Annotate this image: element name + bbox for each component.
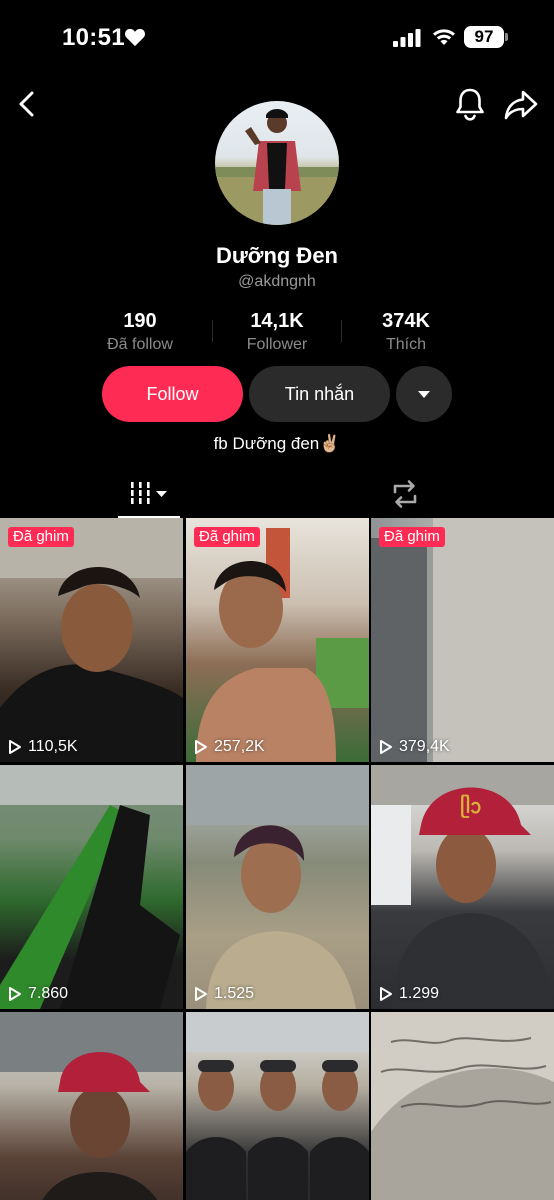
stat-followers-count: 14,1K [250,310,304,332]
play-outline-icon [195,740,207,754]
play-outline-icon [9,987,21,1001]
view-count: 1.525 [194,985,254,1003]
caret-down-icon [418,391,430,398]
play-outline-icon [380,740,392,754]
view-count-text: 379,4K [399,738,450,755]
play-outline-icon [195,987,207,1001]
video-thumbnail [196,528,369,762]
view-count-text: 1.525 [214,985,255,1002]
stat-followers-label: Follower [246,336,308,353]
video-tile[interactable]: Đã ghim 257,2K [186,518,369,762]
status-time: 10:51 [62,24,125,51]
username: @akdngnh [238,273,316,290]
video-thumbnail [0,518,183,762]
video-tile[interactable] [0,1012,183,1200]
bio: fb Dưỡng đen✌🏼 [213,434,341,453]
status-bar: 10:51 97 [0,0,554,76]
battery-indicator: 97 [464,26,504,48]
pinned-badge: Đã ghim [8,527,74,547]
view-count: 1.299 [379,985,439,1003]
stat-likes-count: 374K [382,310,430,332]
video-tile[interactable]: Đã ghim 110,5K [0,518,183,762]
avatar[interactable] [215,101,339,225]
follow-button[interactable]: Follow [102,366,243,422]
stat-followers[interactable]: 14,1K Follower [212,310,342,354]
view-count-text: 110,5K [28,738,78,755]
view-count-text: 1.299 [399,985,440,1002]
pinned-badge: Đã ghim [379,527,445,547]
stat-following-label: Đã follow [107,336,173,353]
video-thumbnail [371,518,554,762]
more-dropdown-button[interactable] [396,366,452,422]
video-thumbnail [0,1012,183,1200]
view-count: 7.860 [8,985,68,1003]
message-button[interactable]: Tin nhắn [249,366,390,422]
video-tile[interactable]: 1.525 [186,765,369,1009]
video-thumbnail [371,1012,554,1200]
repost-icon[interactable] [388,478,422,510]
play-outline-icon [9,740,21,754]
back-button[interactable] [12,88,44,120]
tab-videos[interactable] [118,472,180,518]
wifi-icon [433,29,455,45]
video-tile[interactable]: Đã ghim 379,4K [371,518,554,762]
bell-icon[interactable] [453,86,487,122]
grid-bars-icon [131,482,167,504]
svg-text:ᥫᩣ: ᥫᩣ [460,794,481,819]
video-thumbnail [0,765,183,1009]
pinned-badge: Đã ghim [194,527,260,547]
play-outline-icon [380,987,392,1001]
view-count: 379,4K [379,738,450,756]
video-tile[interactable] [186,1012,369,1200]
view-count-text: 257,2K [214,738,265,755]
heart-icon [125,28,145,47]
video-thumbnail: ᥫᩣ [371,765,554,1009]
view-count: 257,2K [194,738,265,756]
video-thumbnail [186,1012,369,1200]
share-arrow-icon[interactable] [503,88,539,122]
video-tile[interactable]: 7.860 [0,765,183,1009]
video-grid: Đã ghim 110,5K Đã ghim 257,2K Đã ghim 37… [0,518,554,1200]
display-name: Dưỡng Đen [215,243,338,268]
stat-following-count: 190 [123,310,157,332]
stat-likes-label: Thích [385,336,426,353]
video-tile[interactable] [371,1012,554,1200]
stat-likes[interactable]: 374K Thích [341,310,471,354]
view-count: 110,5K [8,738,78,756]
video-thumbnail [186,765,369,1009]
battery-nub [505,33,508,41]
stat-following[interactable]: 190 Đã follow [75,310,205,354]
signal-icon [393,29,421,47]
view-count-text: 7.860 [28,985,69,1002]
video-tile[interactable]: ᥫᩣ 1.299 [371,765,554,1009]
